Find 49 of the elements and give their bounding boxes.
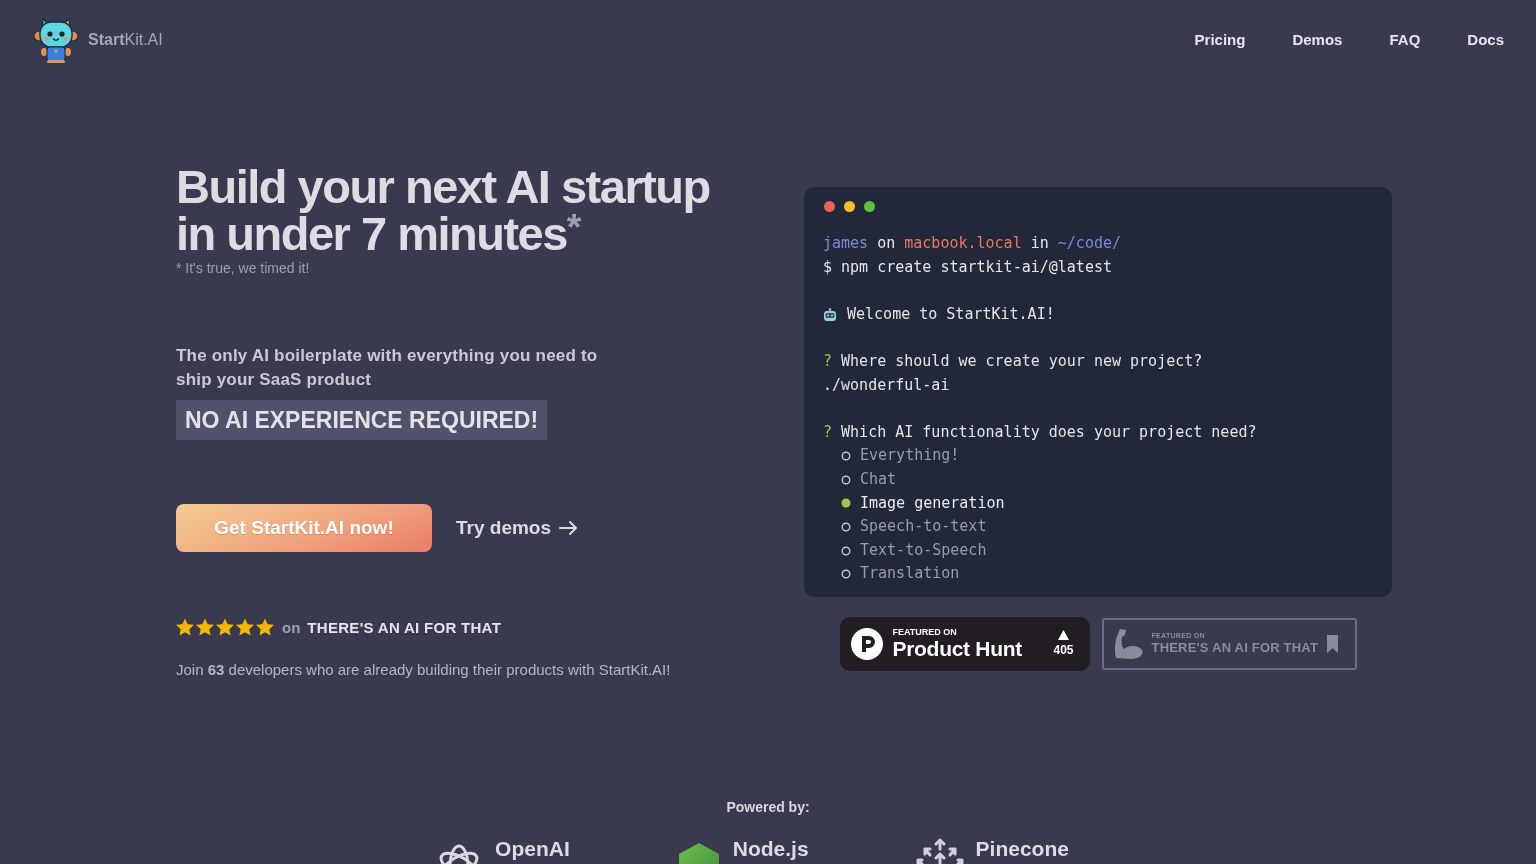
terminal-option: Everything! [860,444,960,468]
nav-link[interactable]: Pricing [1194,31,1246,49]
brand-logo-link[interactable]: StartKit.AI [33,16,163,64]
terminal-question: ? Where should we create your new project? [823,350,1203,372]
tech-logo-name: Node.js [732,837,809,861]
star-icon [196,618,214,636]
hero-subtitle: The only AI boilerplate with everything you need to ship your SaaS product [176,345,599,391]
terminal-option: Chat [860,467,897,492]
badge-title: THERE'S AN AI FOR THAT [1151,640,1319,657]
tech-logo-name: OpenAI [495,837,570,861]
star-icon [216,618,234,636]
highlight-banner: NO AI EXPERIENCE REQUIRED! [176,400,548,440]
star-icon [236,618,254,636]
badge-caption: FEATURED ON [892,626,957,637]
terminal-option: Image generation [860,491,1005,516]
rating-site-name: THERE'S AN AI FOR THAT [307,618,502,636]
terminal-welcome: Welcome to StartKit.AI! [847,303,1055,325]
social-proof-text: Join 63 developers who are already building their products with StartKit.AI! [176,660,671,680]
powered-by-heading: Powered by: [726,799,810,815]
terminal-question: ? Which AI functionality does your project need? [823,421,1257,443]
star-icon [176,618,194,636]
rating-connector: on [282,618,301,636]
product-hunt-badge[interactable]: FEATURED ON Product Hunt 405 [839,616,1090,671]
headline-footnote: * It's true, we timed it! [176,260,310,276]
tech-logo-name: Pinecone [975,837,1069,861]
terminal-option: Translation [860,562,960,586]
terminal-command: $ npm create startkit-ai/@latest [823,256,1112,278]
brand-name: StartKit.AI [88,31,163,49]
nav-link[interactable]: Demos [1292,31,1343,49]
nav-link[interactable]: FAQ [1389,31,1421,49]
upvote-triangle-icon [1058,630,1069,641]
robot-icon [823,307,837,322]
arrow-right-icon [559,521,579,535]
try-demos-link[interactable]: Try demos [456,517,579,539]
nav-link[interactable]: Docs [1467,31,1504,49]
terminal-answer: ./wonderful-ai [823,374,950,396]
badge-title: Product Hunt [892,636,1022,661]
hexagon-logo-icon [676,843,721,864]
hero-headline: Build your next AI startup in under 7 minutes$^{*}$ [176,163,711,257]
flexed-arm-icon [1113,628,1144,659]
bookmark-icon [1326,634,1338,653]
p-circle-icon [850,627,883,660]
terminal-option: Text-to-Speech [860,538,987,563]
star-icon [256,618,274,636]
upvote-count: 405 [1053,643,1074,658]
terminal-option: Speech-to-text [860,515,987,539]
terminal-prompt-line: james on macbook.local in ~/code/ [823,233,1122,254]
arrows-cluster-logo-icon [915,837,964,864]
robot-mascot-logo [33,16,79,64]
